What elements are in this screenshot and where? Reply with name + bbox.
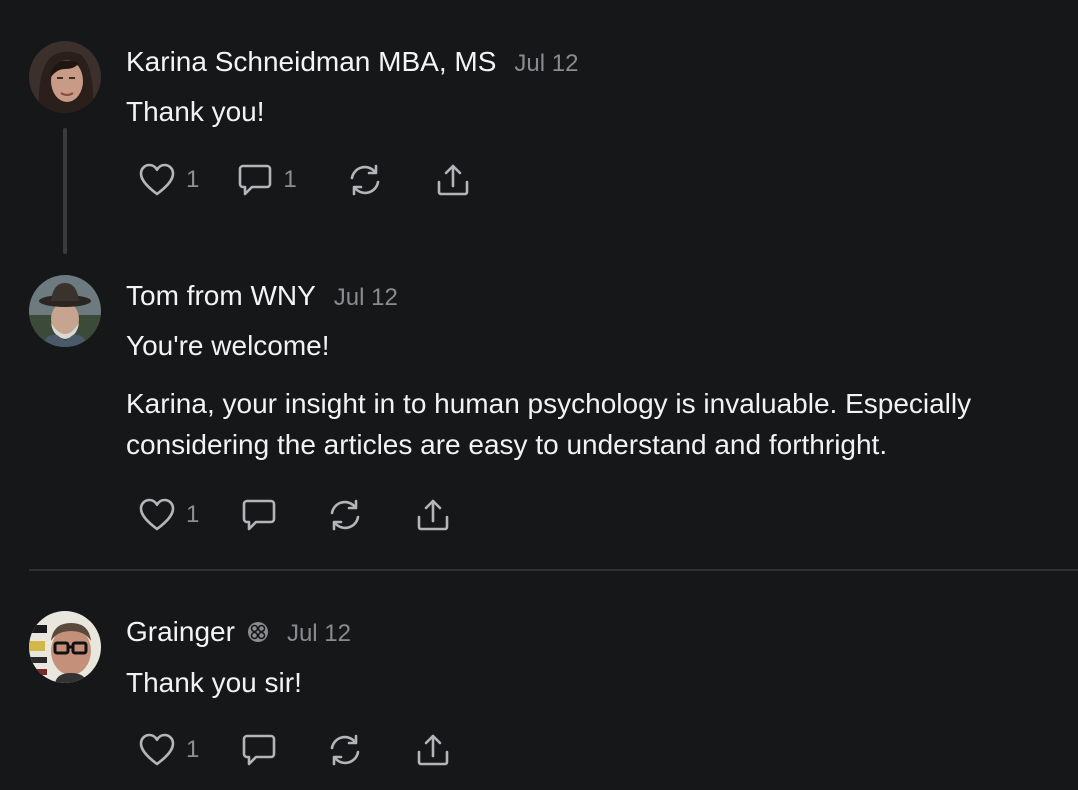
like-button[interactable]: 1 — [138, 162, 199, 198]
restack-button[interactable] — [327, 497, 363, 533]
author-name[interactable]: Karina Schneidman MBA, MS — [126, 46, 496, 78]
reply-count: 1 — [283, 166, 297, 193]
avatar[interactable] — [29, 41, 101, 113]
comment-header: Tom from WNY Jul 12 — [126, 280, 398, 312]
reply-button[interactable]: 1 — [237, 162, 297, 198]
like-count: 1 — [186, 501, 200, 528]
author-name[interactable]: Grainger — [126, 616, 235, 648]
comment-date[interactable]: Jul 12 — [514, 50, 578, 78]
avatar[interactable] — [29, 611, 101, 683]
heart-icon — [138, 497, 176, 533]
comment-divider — [29, 569, 1078, 571]
like-button[interactable]: 1 — [138, 497, 199, 533]
like-count: 1 — [186, 166, 200, 193]
reply-button[interactable] — [241, 497, 277, 533]
comment-actions: 1 — [138, 495, 451, 535]
comment-bubble-icon — [241, 732, 277, 768]
heart-icon — [138, 162, 176, 198]
share-icon — [415, 732, 451, 768]
comment-body: Thank you sir! — [126, 662, 1066, 703]
comment-bubble-icon — [241, 497, 277, 533]
comment-body: Thank you! — [126, 91, 1066, 132]
restack-button[interactable] — [347, 162, 383, 198]
avatar[interactable] — [29, 275, 101, 347]
comment-date[interactable]: Jul 12 — [334, 284, 398, 312]
comment-actions: 1 1 — [138, 160, 471, 200]
share-button[interactable] — [415, 497, 451, 533]
author-name[interactable]: Tom from WNY — [126, 280, 316, 312]
comment-date[interactable]: Jul 12 — [287, 620, 351, 648]
comment-paragraph: You're welcome! — [126, 330, 330, 361]
restack-icon — [327, 732, 363, 768]
like-count: 1 — [186, 736, 200, 763]
heart-icon — [138, 732, 176, 768]
share-icon — [415, 497, 451, 533]
share-button[interactable] — [435, 162, 471, 198]
like-button[interactable]: 1 — [138, 732, 199, 768]
restack-icon — [347, 162, 383, 198]
comment-paragraph: Karina, your insight in to human psychol… — [126, 388, 972, 460]
thread-connector-line — [63, 128, 67, 254]
restack-button[interactable] — [327, 732, 363, 768]
comment-actions: 1 — [138, 730, 451, 770]
comment-thread: Karina Schneidman MBA, MS Jul 12 Thank y… — [0, 0, 1078, 790]
comment-header: Grainger Jul 12 — [126, 616, 351, 648]
comment-paragraph: Thank you! — [126, 96, 265, 127]
share-button[interactable] — [415, 732, 451, 768]
comment-header: Karina Schneidman MBA, MS Jul 12 — [126, 46, 578, 78]
reply-button[interactable] — [241, 732, 277, 768]
subscriber-badge-icon — [247, 621, 269, 643]
comment-bubble-icon — [237, 162, 273, 198]
restack-icon — [327, 497, 363, 533]
comment-body: You're welcome! Karina, your insight in … — [126, 325, 1066, 465]
comment-paragraph: Thank you sir! — [126, 667, 302, 698]
share-icon — [435, 162, 471, 198]
